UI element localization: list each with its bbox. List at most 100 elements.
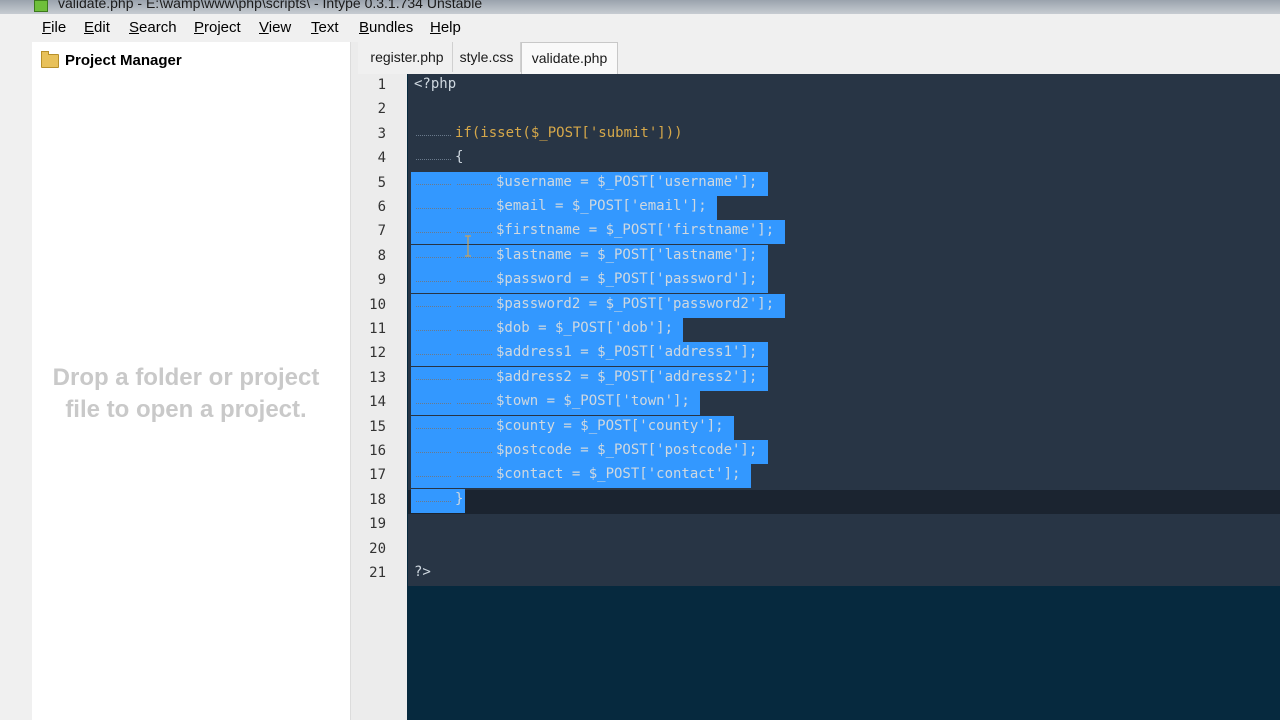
line-number: 7 [377,223,386,240]
code-text: $username = $_POST['username']; [496,173,758,190]
code-line[interactable]: 4{ [352,147,1280,171]
code-line[interactable]: 2 [352,98,1280,122]
line-number: 12 [369,345,386,362]
title-bar: validate.php - E:\wamp\www\php\scripts\ … [0,0,1280,14]
code-line[interactable]: 16 $postcode = $_POST['postcode']; [352,440,1280,464]
code-line[interactable]: 18} [352,488,1280,513]
line-number: 14 [369,394,386,411]
indent-guide [416,427,451,430]
line-number: 18 [369,491,386,508]
indent-guide [457,208,492,210]
indent-guide [457,281,492,283]
code-editor[interactable]: 1 <?php 2 3 if(isset($_POST['submit'])) 4{ 5 $u… [352,74,1280,720]
code-line[interactable]: 21 ?> [352,562,1280,586]
code-text: $password = $_POST['password']; [496,271,758,288]
code-line[interactable]: 7 $firstname = $_POST['firstname']; [352,220,1280,245]
folder-icon [41,51,59,68]
code-text: $dob = $_POST['dob']; [496,320,674,336]
code-line[interactable]: 15 $county = $_POST['county']; [352,415,1280,440]
code-text: if(isset($_POST['submit'])) [455,124,683,141]
indent-guide [457,427,492,430]
text-cursor-icon [465,235,471,257]
line-number: 11 [369,321,386,337]
indent-guide [416,500,451,503]
code-line[interactable]: 11 $dob = $_POST['dob']; [352,318,1280,342]
code-line[interactable]: 20 [352,538,1280,562]
project-manager-panel: Project Manager Drop a folder or project… [32,42,350,720]
menu-project[interactable]: Project [194,19,241,36]
code-line[interactable]: 10 $password2 = $_POST['password2']; [352,293,1280,318]
code-text: $county = $_POST['county']; [496,417,724,434]
code-text: $contact = $_POST['contact']; [496,466,741,483]
indent-guide [416,403,451,405]
menu-edit[interactable]: Edit [84,19,110,36]
line-number: 17 [369,467,386,484]
code-line[interactable]: 17 $contact = $_POST['contact']; [352,464,1280,489]
drop-folder-hint[interactable]: Drop a folder or project file to open a … [46,362,326,426]
indent-guide [416,452,451,454]
indent-guide [457,452,492,454]
indent-guide [416,159,451,161]
code-line[interactable]: 14 $town = $_POST['town']; [352,391,1280,416]
line-number: 6 [377,199,386,215]
indent-guide [457,183,492,186]
code-line[interactable]: 6 $email = $_POST['email']; [352,196,1280,220]
code-text: <?php [414,76,457,92]
tab-register-php[interactable]: register.php [362,42,453,72]
code-text: $address2 = $_POST['address2']; [496,368,758,385]
line-number: 4 [377,150,386,167]
line-number: 13 [369,369,386,386]
line-number: 19 [369,516,386,533]
code-line[interactable]: 8 $lastname = $_POST['lastname']; [352,244,1280,269]
editor-tab-bar: register.php style.css validate.php [358,42,1280,74]
code-line[interactable]: 1 <?php [352,74,1280,98]
line-number: 15 [369,418,386,435]
indent-guide [457,403,492,405]
line-number: 16 [369,443,386,459]
code-text: } [455,490,464,507]
code-line[interactable]: 12 $address1 = $_POST['address1']; [352,342,1280,367]
code-line[interactable]: 19 [352,513,1280,537]
indent-guide [457,476,492,478]
line-number: 8 [377,247,386,264]
window-title: validate.php - E:\wamp\www\php\scripts\ … [58,0,483,11]
menu-text[interactable]: Text [311,19,339,36]
line-number: 9 [377,272,386,289]
indent-guide [457,354,492,356]
indent-guide [416,476,451,478]
code-line[interactable]: 13 $address2 = $_POST['address2']; [352,366,1280,391]
menu-bundles[interactable]: Bundles [359,19,413,36]
code-line[interactable]: 5 $username = $_POST['username']; [352,171,1280,196]
left-toolbar-strip [0,42,32,720]
indent-guide [457,305,492,308]
indent-guide [416,134,451,137]
line-number: 3 [377,125,386,142]
app-icon [34,0,48,12]
indent-guide [416,232,451,234]
menu-view[interactable]: View [259,19,291,36]
menu-file[interactable]: File [42,19,66,36]
indent-guide [457,378,492,381]
indent-guide [416,354,451,356]
code-text: ?> [414,564,431,580]
code-line[interactable]: 3 if(isset($_POST['submit'])) [352,123,1280,147]
menu-search[interactable]: Search [129,19,177,36]
tab-style-css[interactable]: style.css [453,42,521,72]
code-text: $email = $_POST['email']; [496,198,707,214]
project-manager-title: Project Manager [65,52,182,69]
code-text: $address1 = $_POST['address1']; [496,344,758,361]
indent-guide [457,256,492,259]
menu-bar: File Edit Search Project View Text Bundles Help [0,14,1280,42]
line-number: 2 [377,101,386,118]
line-number: 5 [377,174,386,191]
line-number: 20 [369,540,386,557]
project-manager-header: Project Manager [32,42,350,76]
indent-guide [416,208,451,210]
line-number: 10 [369,296,386,313]
menu-help[interactable]: Help [430,19,461,36]
tab-validate-php[interactable]: validate.php [521,42,618,74]
code-line[interactable]: 9 $password = $_POST['password']; [352,269,1280,294]
code-text: $postcode = $_POST['postcode']; [496,442,758,458]
line-number: 1 [377,77,386,93]
line-number: 21 [369,565,386,581]
